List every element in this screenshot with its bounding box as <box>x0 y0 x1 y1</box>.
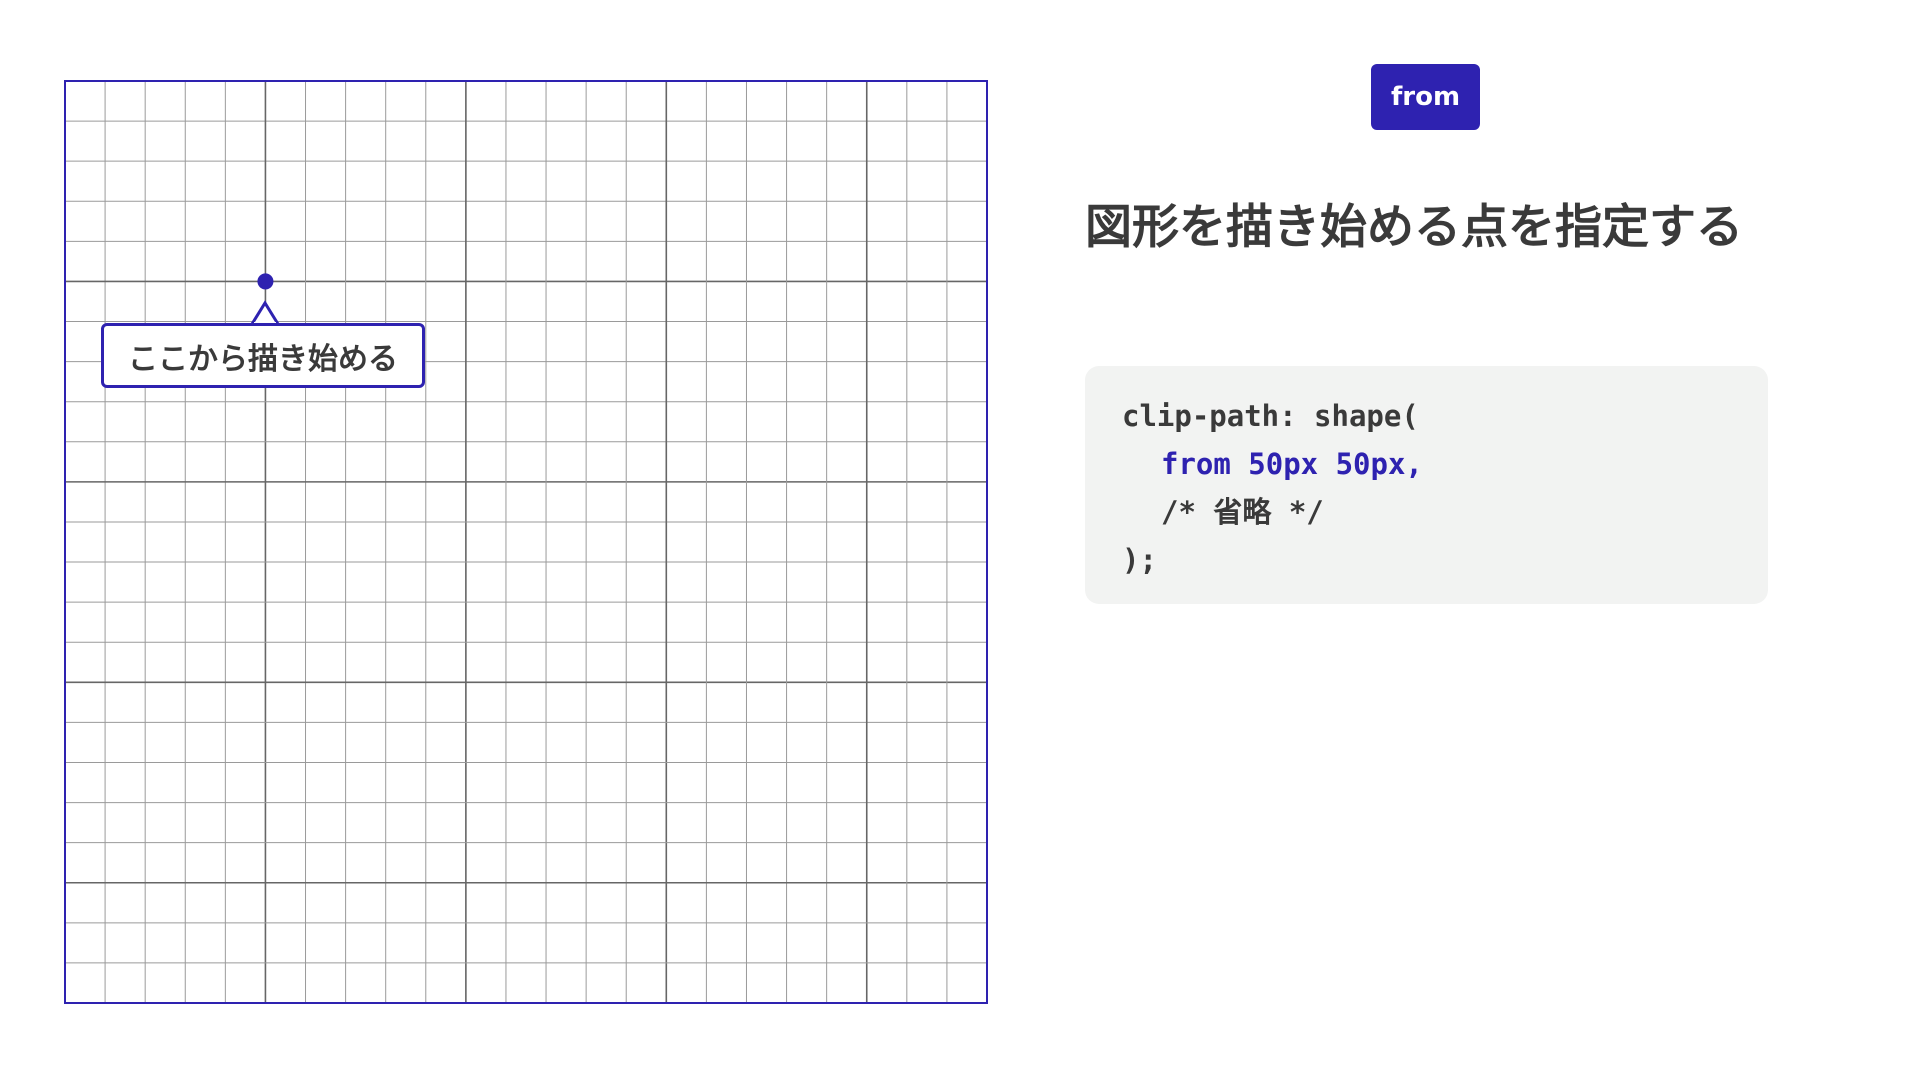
grid-canvas <box>64 80 988 1004</box>
code-line-2: from 50px 50px, <box>1161 447 1423 481</box>
code-block: clip-path: shape( from 50px 50px, /* 省略 … <box>1085 366 1768 604</box>
slide: ここから描き始める from 図形を描き始める点を指定する clip-path:… <box>0 0 1920 1080</box>
start-point-marker <box>257 273 274 290</box>
badge-label: from <box>1390 82 1461 112</box>
code-line-4: ); <box>1122 543 1157 577</box>
code-line-1: clip-path: shape( <box>1122 399 1419 433</box>
callout-label: ここから描き始める <box>128 341 398 377</box>
start-point-callout: ここから描き始める <box>101 323 425 388</box>
from-keyword-badge: from <box>1371 64 1480 130</box>
page-title: 図形を描き始める点を指定する <box>1085 200 1743 255</box>
grid-border <box>64 80 988 1004</box>
coordinate-grid <box>64 80 988 1004</box>
code-line-3: /* 省略 */ <box>1161 495 1324 529</box>
